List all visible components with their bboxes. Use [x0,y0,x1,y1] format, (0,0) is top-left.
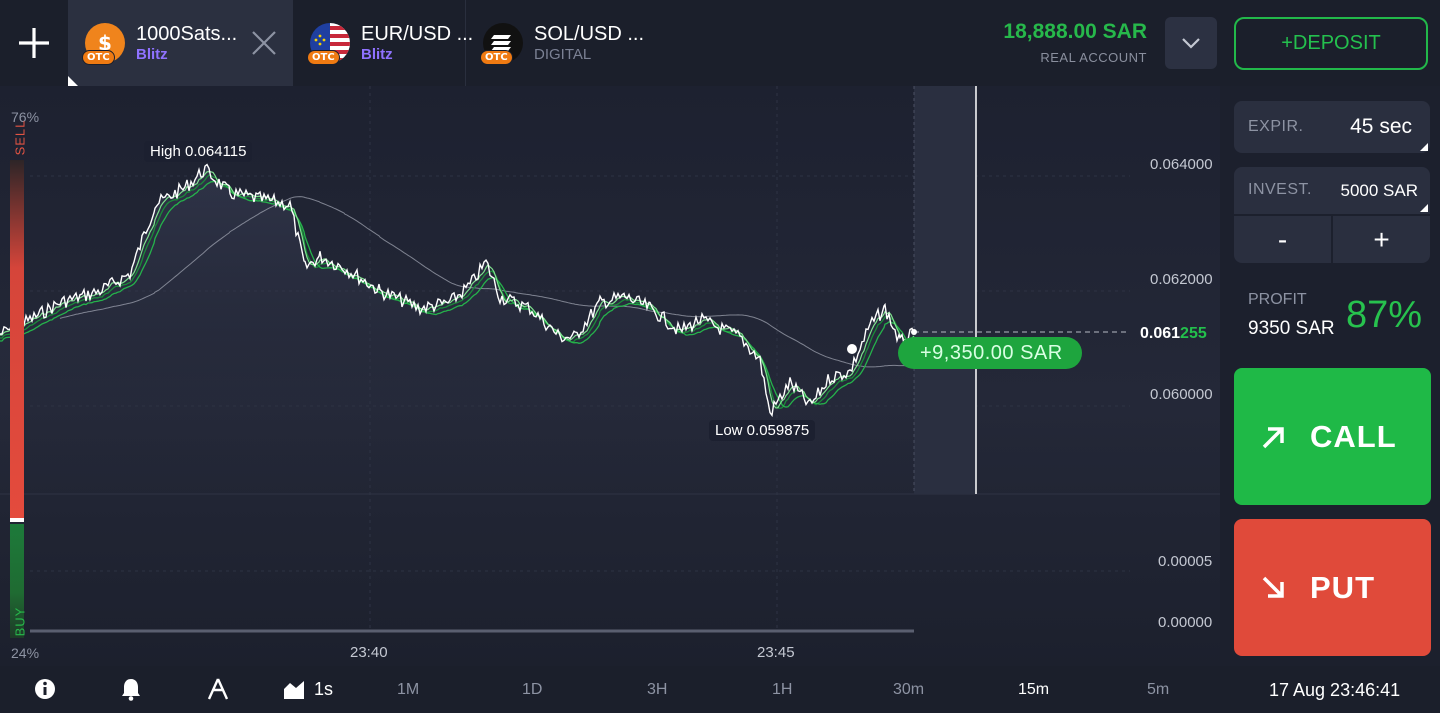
trade-entry-marker [847,344,857,354]
sats-coin-icon: $ OTC [82,22,126,65]
high-label: High 0.064115 [144,141,253,162]
info-icon[interactable] [32,676,58,702]
timeframe-option-selected[interactable]: 15m [1018,681,1049,699]
tab-asset-name: 1000Sats... [136,23,238,45]
call-button[interactable]: CALL [1234,368,1431,505]
timeframe-current[interactable]: 1s [314,679,333,700]
tab-asset-name: SOL/USD ... [534,23,645,45]
tab-corner-marker [68,76,78,86]
profit-percent: 87% [1346,294,1423,336]
chart-canvas [0,86,1220,633]
arrow-up-right-icon [1262,426,1284,448]
price-chart[interactable] [0,86,1220,666]
chart-type-icon[interactable] [281,676,307,702]
price-tick: 0.060000 [1150,386,1213,403]
tab-asset-type: Blitz [136,46,168,63]
chevron-down-icon [1182,38,1200,49]
price-tick: 0.064000 [1150,156,1213,173]
timeframe-option[interactable]: 1D [522,681,542,699]
expiry-zone [914,86,976,494]
low-label: Low 0.059875 [709,420,816,441]
profit-label: PROFIT [1248,291,1307,308]
price-tick: 0.062000 [1150,271,1213,288]
indicator-tick: 0.00005 [1158,553,1213,570]
put-button[interactable]: PUT [1234,519,1431,656]
bottom-toolbar: 1s 1M 1D 3H 1H 30m 15m 5m 17 Aug 23:46:4… [0,666,1440,713]
plus-icon [19,28,49,58]
add-asset-button[interactable] [0,0,68,86]
tab-eurusd[interactable]: OTC EUR/USD ... Blitz [293,0,473,86]
trading-app: $ OTC 1000Sats... Blitz OTC EUR/USD ... … [0,0,1440,713]
sentiment-bottom: 24% [11,645,40,661]
otc-badge: OTC [307,50,340,65]
account-type: REAL ACCOUNT [1040,50,1147,65]
eu-us-flag-icon: OTC [307,22,351,65]
server-datetime: 17 Aug 23:46:41 [1269,680,1401,700]
drawing-tools-icon[interactable] [205,676,231,702]
bell-icon[interactable] [118,676,144,702]
timeframe-option[interactable]: 5m [1147,681,1169,699]
close-tab-icon[interactable] [249,28,279,58]
call-label: CALL [1310,418,1397,454]
tab-asset-type: Blitz [361,46,393,63]
sentiment-meter [10,160,24,638]
sell-label: SELL [12,119,28,156]
expir-value: 45 sec [1350,115,1412,138]
invest-label: INVEST. [1248,181,1312,198]
tab-1000sats[interactable]: $ OTC 1000Sats... Blitz [68,0,293,86]
timeframe-option[interactable]: 30m [893,681,924,699]
indicator-tick: 0.00000 [1158,614,1213,631]
decrease-investment-button[interactable]: - [1234,216,1331,263]
profit-value: 9350 SAR [1248,318,1335,339]
timeframe-option[interactable]: 1H [772,681,792,699]
put-label: PUT [1310,569,1375,605]
time-tick: 23:45 [757,644,795,661]
investment-field[interactable]: INVEST. 5000 SAR [1234,167,1430,214]
current-price-dot [911,329,917,335]
pnl-badge: +9,350.00 SAR [898,337,1082,369]
time-tick: 23:40 [350,644,388,661]
expiration-field[interactable]: EXPIR. 45 sec [1234,101,1430,153]
expir-label: EXPIR. [1248,118,1304,135]
account-dropdown-button[interactable] [1165,17,1217,69]
tab-solusd[interactable]: OTC SOL/USD ... DIGITAL [466,0,666,86]
increase-investment-button[interactable]: + [1333,216,1430,263]
tab-asset-name: EUR/USD ... [361,23,474,45]
tab-asset-type: DIGITAL [534,46,592,63]
balance-amount: 18,888.00 SAR [1003,20,1147,43]
otc-badge: OTC [82,50,115,65]
current-price-label: 0.061255 [1140,325,1207,342]
buy-label: BUY [12,606,28,637]
timeframe-option[interactable]: 3H [647,681,667,699]
otc-badge: OTC [480,50,513,65]
deposit-button[interactable]: +DEPOSIT [1234,17,1428,70]
invest-value: 5000 SAR [1340,181,1419,200]
solana-icon: OTC [480,22,524,65]
account-balance[interactable]: 18,888.00 SAR REAL ACCOUNT [1003,20,1147,65]
timeframe-option[interactable]: 1M [397,681,419,699]
top-bar: $ OTC 1000Sats... Blitz OTC EUR/USD ... … [0,0,1440,86]
arrow-down-right-icon [1262,576,1284,598]
